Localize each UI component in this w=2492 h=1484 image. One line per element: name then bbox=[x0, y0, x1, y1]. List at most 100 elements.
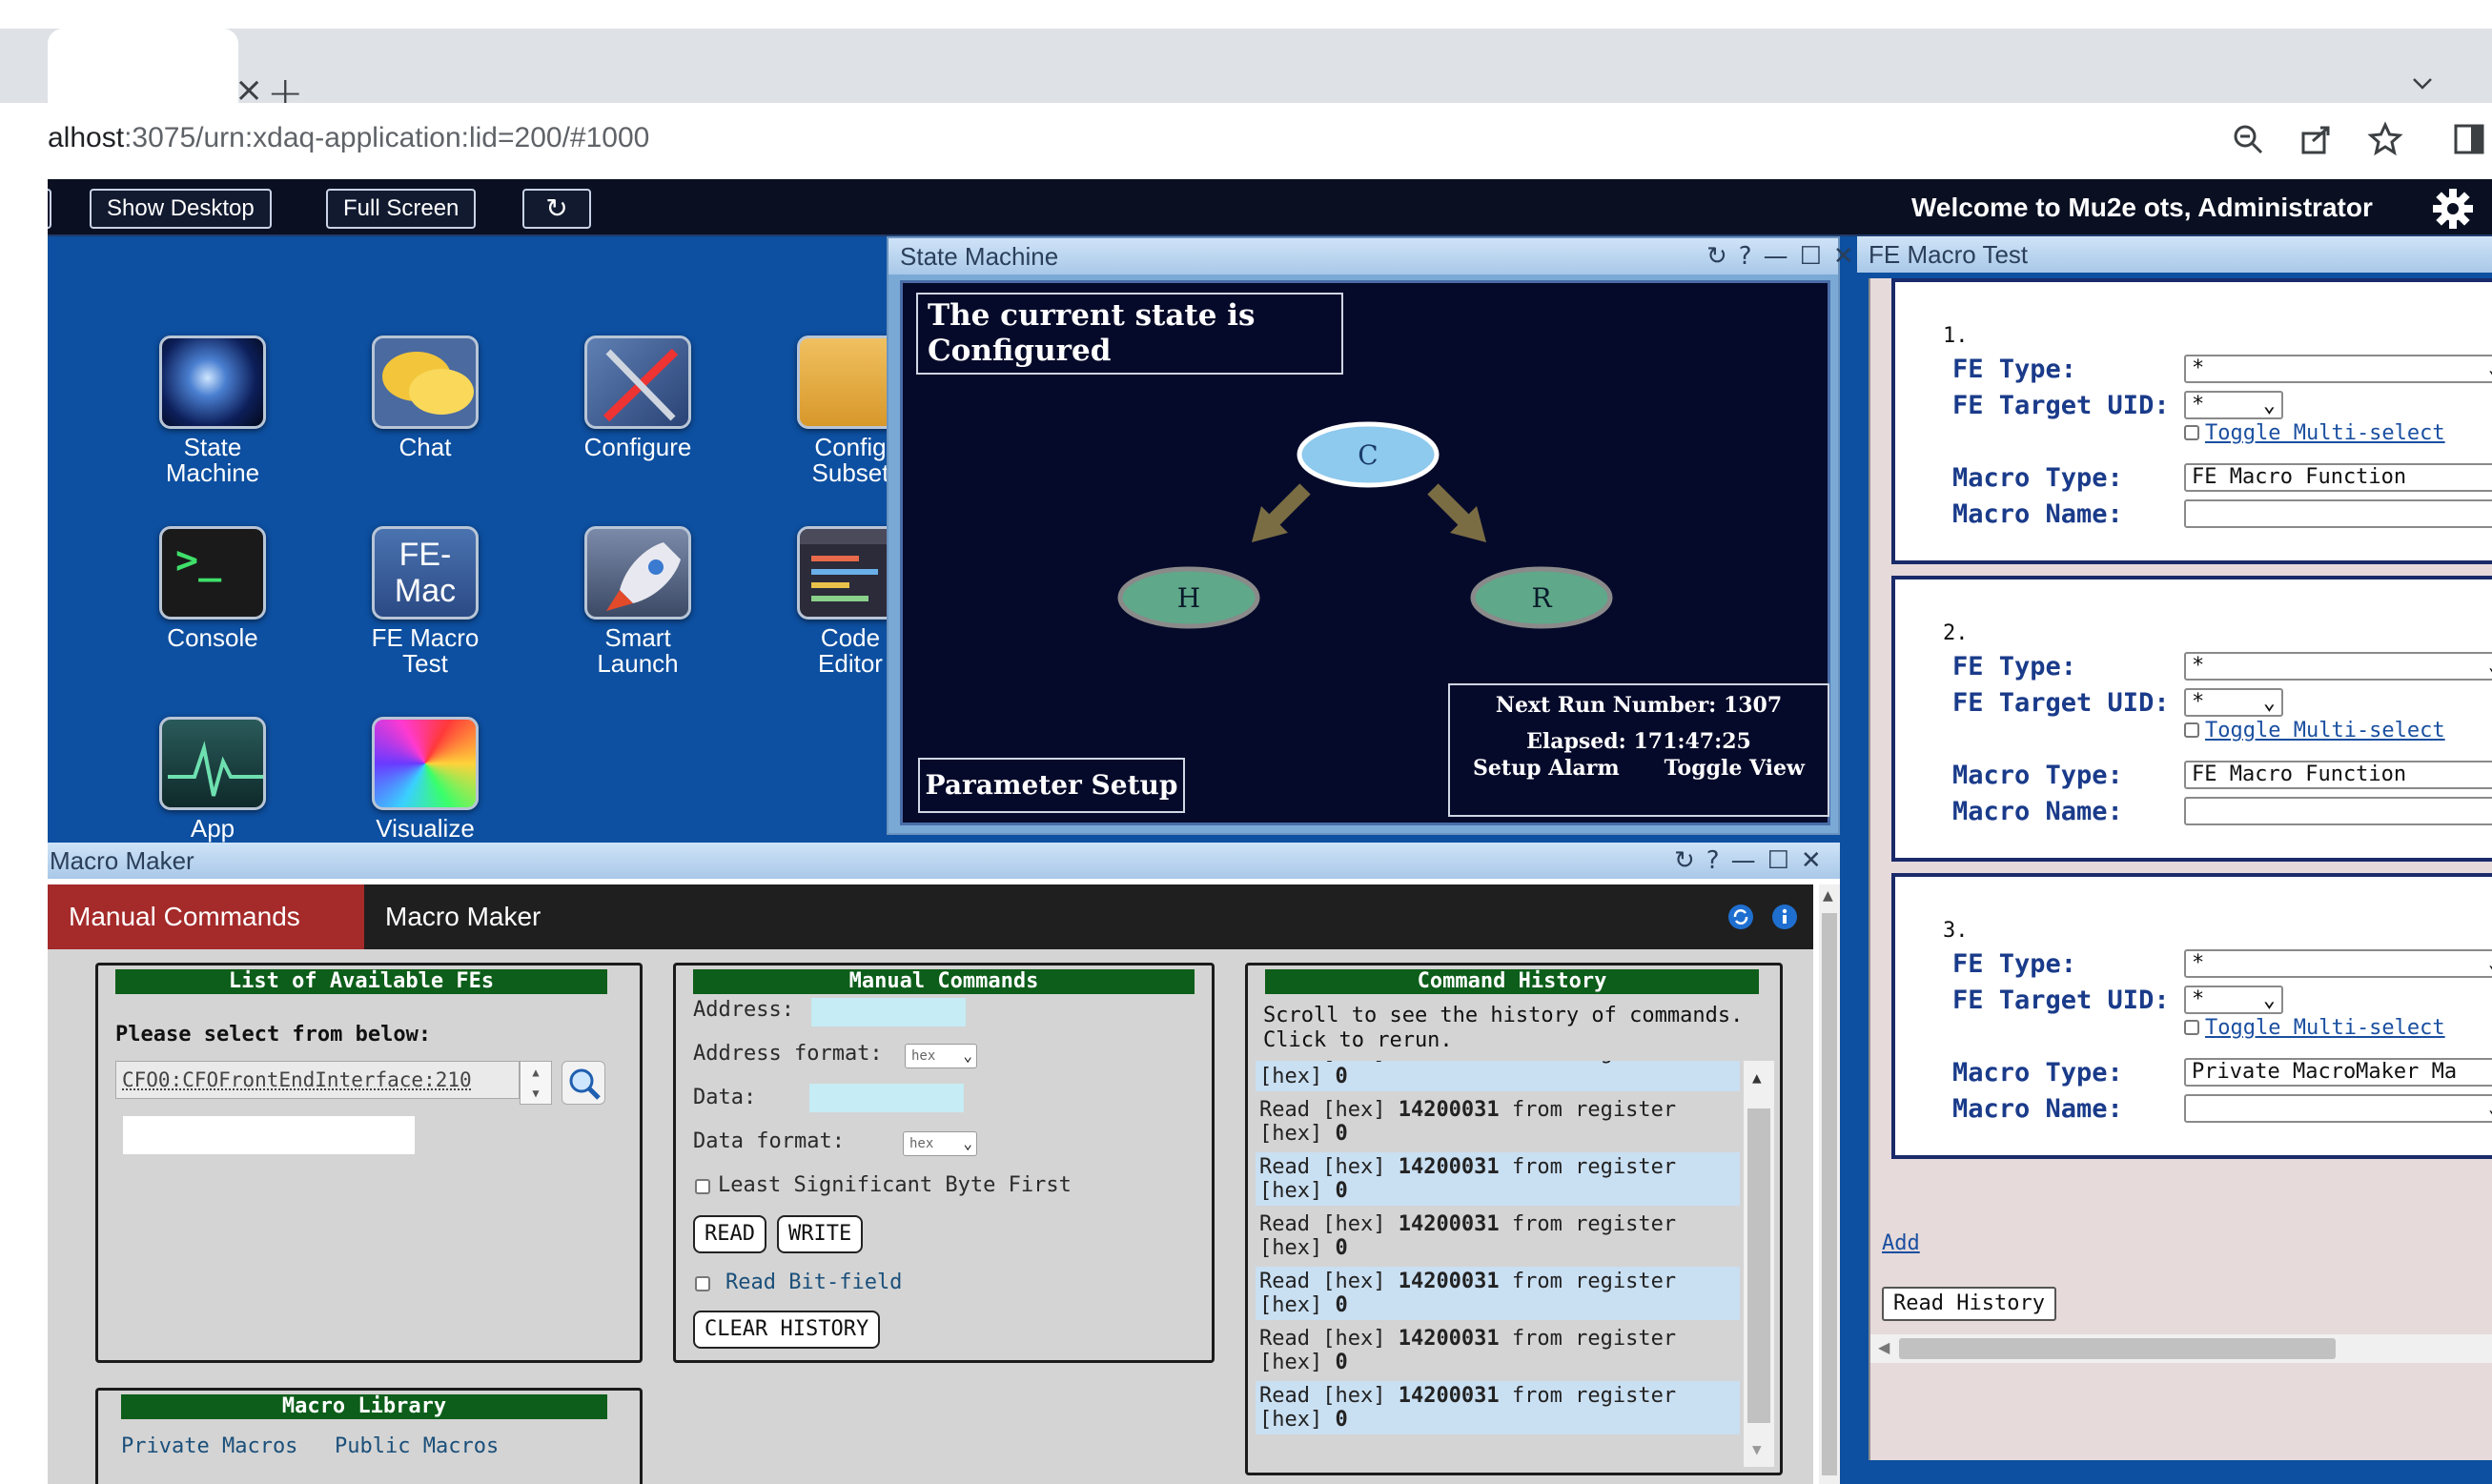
macro-maker-scrollbar[interactable]: ▲ bbox=[1819, 884, 1840, 1484]
refresh-icon[interactable]: ↻ bbox=[1706, 242, 1727, 271]
browser-tab[interactable]: × bbox=[48, 29, 263, 110]
desktop-icon-state-machine[interactable]: State Machine bbox=[117, 335, 308, 486]
close-icon[interactable]: ✕ bbox=[1801, 846, 1822, 875]
macro-type-select[interactable]: FE Macro Function bbox=[2184, 463, 2492, 492]
history-row[interactable]: Read [hex] 14200031 from register[hex] 0 bbox=[1256, 1152, 1740, 1206]
state-node-halted[interactable]: H bbox=[1117, 566, 1260, 629]
tab-macro-maker[interactable]: Macro Maker bbox=[364, 884, 562, 949]
macro-type-select[interactable]: FE Macro Function bbox=[2184, 761, 2492, 789]
address-bar[interactable]: alhost:3075/urn:xdaq-application:lid=200… bbox=[0, 103, 2492, 179]
setup-alarm-link[interactable]: Setup Alarm bbox=[1473, 756, 1620, 781]
read-history-button[interactable]: Read History bbox=[1882, 1287, 2056, 1321]
maximize-icon[interactable]: ☐ bbox=[1800, 242, 1822, 271]
scroll-down-icon[interactable]: ▼ bbox=[1752, 1440, 1762, 1458]
fe-list-spinner[interactable]: ▲ ▼ bbox=[520, 1061, 552, 1105]
state-machine-title-bar[interactable]: State Machine bbox=[889, 238, 1838, 274]
bitfield-checkbox[interactable] bbox=[695, 1276, 710, 1291]
macro-name-select[interactable]: ⌄ bbox=[2184, 1094, 2492, 1123]
tab-manual-commands[interactable]: Manual Commands bbox=[48, 884, 364, 949]
desktop-icon-chat[interactable]: Chat bbox=[330, 335, 521, 460]
data-format-select[interactable]: hex ⌄ bbox=[903, 1131, 977, 1156]
history-row[interactable]: Read [hex] 14200031 from register[hex] 0 bbox=[1256, 1381, 1740, 1434]
parameter-setup-button[interactable]: Parameter Setup bbox=[918, 758, 1185, 813]
macro-maker-title-bar[interactable]: Macro Maker bbox=[48, 843, 1840, 879]
macro-name-select[interactable] bbox=[2184, 499, 2492, 528]
scrollbar-thumb[interactable] bbox=[1747, 1108, 1770, 1423]
minimize-icon[interactable]: — bbox=[1764, 242, 1788, 271]
search-icon[interactable] bbox=[562, 1061, 605, 1105]
desktop-icon-console[interactable]: >_ Console bbox=[117, 526, 308, 651]
history-scrollbar[interactable]: ▲ ▼ bbox=[1744, 1061, 1774, 1467]
data-input[interactable] bbox=[809, 1084, 964, 1112]
state-node-configured[interactable]: C bbox=[1297, 421, 1440, 488]
macro-name-select[interactable] bbox=[2184, 797, 2492, 825]
checkbox-icon[interactable] bbox=[2184, 425, 2199, 440]
scroll-left-icon[interactable]: ◀ bbox=[1878, 1338, 1889, 1356]
public-macros-tab[interactable]: Public Macros bbox=[335, 1434, 499, 1458]
fe-type-select[interactable]: *⌄ bbox=[2184, 949, 2492, 978]
refresh-button[interactable]: ↻ bbox=[522, 189, 591, 229]
refresh-icon[interactable]: ↻ bbox=[1674, 846, 1695, 875]
fe-target-uid-select[interactable]: * ⌄ bbox=[2184, 688, 2283, 717]
minimize-icon[interactable]: — bbox=[1731, 846, 1756, 875]
toggle-view-link[interactable]: Toggle View bbox=[1665, 756, 1805, 781]
history-row[interactable]: Read [hex] 14200031 from register[hex] 0 bbox=[1256, 1061, 1740, 1091]
chevron-down-icon[interactable] bbox=[2410, 71, 2435, 95]
address-format-select[interactable]: hex ⌄ bbox=[905, 1044, 977, 1068]
desktop-icon-app[interactable]: App bbox=[117, 717, 308, 842]
history-row[interactable]: Read [hex] 14200031 from register[hex] 0 bbox=[1256, 1324, 1740, 1377]
full-screen-button[interactable]: Full Screen bbox=[326, 189, 477, 229]
scroll-up-icon[interactable]: ▲ bbox=[1823, 888, 1833, 904]
dashboard-button-partial[interactable] bbox=[48, 189, 51, 229]
history-row[interactable]: Read [hex] 14200031 from register[hex] 0 bbox=[1256, 1210, 1740, 1263]
address-input[interactable] bbox=[811, 998, 966, 1027]
show-desktop-button[interactable]: Show Desktop bbox=[90, 189, 272, 229]
clear-history-button[interactable]: CLEAR HISTORY bbox=[693, 1311, 881, 1349]
desktop-icon-fe-macro-test[interactable]: FE- Mac FE Macro Test bbox=[330, 526, 521, 677]
read-button[interactable]: READ bbox=[693, 1215, 766, 1253]
add-link[interactable]: Add bbox=[1882, 1231, 1920, 1255]
panel-heading: Macro Library bbox=[121, 1394, 607, 1419]
state-node-running[interactable]: R bbox=[1470, 566, 1613, 629]
horizontal-scrollbar[interactable]: ◀ bbox=[1870, 1334, 2492, 1363]
fe-filter-input[interactable] bbox=[123, 1116, 415, 1154]
history-row[interactable]: Read [hex] 14200031 from register[hex] 0 bbox=[1256, 1095, 1740, 1149]
write-button[interactable]: WRITE bbox=[777, 1215, 864, 1253]
checkbox-icon[interactable] bbox=[2184, 722, 2199, 738]
lsb-checkbox[interactable] bbox=[695, 1179, 710, 1194]
fe-target-uid-select[interactable]: * ⌄ bbox=[2184, 391, 2283, 419]
help-icon[interactable]: ? bbox=[1706, 846, 1720, 875]
prism-icon bbox=[372, 717, 479, 810]
toggle-multi-select[interactable]: Toggle Multi-select bbox=[2184, 719, 2445, 742]
fe-type-select[interactable]: *⌄ bbox=[2184, 652, 2492, 681]
desktop-icon-smart-launch[interactable]: Smart Launch bbox=[542, 526, 733, 677]
zoom-icon[interactable] bbox=[2229, 120, 2267, 158]
scrollbar-thumb[interactable] bbox=[1899, 1338, 2336, 1359]
checkbox-icon[interactable] bbox=[2184, 1020, 2199, 1035]
toggle-multi-select[interactable]: Toggle Multi-select bbox=[2184, 1016, 2445, 1040]
toggle-multi-select[interactable]: Toggle Multi-select bbox=[2184, 421, 2445, 445]
close-icon[interactable]: ✕ bbox=[1833, 242, 1854, 271]
gear-icon[interactable] bbox=[2431, 187, 2475, 231]
fe-type-select[interactable]: *⌄ bbox=[2184, 355, 2492, 383]
history-row[interactable]: Read [hex] 14200031 from register[hex] 0 bbox=[1256, 1267, 1740, 1320]
fe-list-select[interactable]: CFO0:CFOFrontEndInterface:210 bbox=[115, 1061, 520, 1099]
history-list[interactable]: Read [hex] 14200031 from register [hex] 0… bbox=[1248, 1061, 1782, 1467]
fe-macro-test-title-bar[interactable]: FE Macro Test bbox=[1857, 236, 2492, 273]
scroll-up-icon[interactable]: ▲ bbox=[1752, 1068, 1762, 1087]
url-text[interactable]: alhost:3075/urn:xdaq-application:lid=200… bbox=[48, 122, 649, 154]
toggle-label: Toggle Multi-select bbox=[2205, 1016, 2445, 1040]
macro-type-select[interactable]: Private MacroMaker Ma bbox=[2184, 1058, 2492, 1087]
star-icon[interactable] bbox=[2366, 120, 2404, 158]
desktop-icon-configure[interactable]: Configure bbox=[542, 335, 733, 460]
private-macros-tab[interactable]: Private Macros bbox=[121, 1434, 297, 1458]
scrollbar-thumb[interactable] bbox=[1822, 913, 1837, 1475]
help-icon[interactable]: ? bbox=[1739, 242, 1752, 271]
share-icon[interactable] bbox=[2298, 120, 2336, 158]
side-panel-icon[interactable] bbox=[2450, 120, 2488, 158]
desktop-icon-visualize[interactable]: Visualize bbox=[330, 717, 521, 842]
maximize-icon[interactable]: ☐ bbox=[1767, 846, 1789, 875]
fe-target-uid-select[interactable]: * ⌄ bbox=[2184, 986, 2283, 1014]
sync-icon[interactable] bbox=[1727, 904, 1754, 930]
info-icon[interactable] bbox=[1771, 904, 1798, 930]
